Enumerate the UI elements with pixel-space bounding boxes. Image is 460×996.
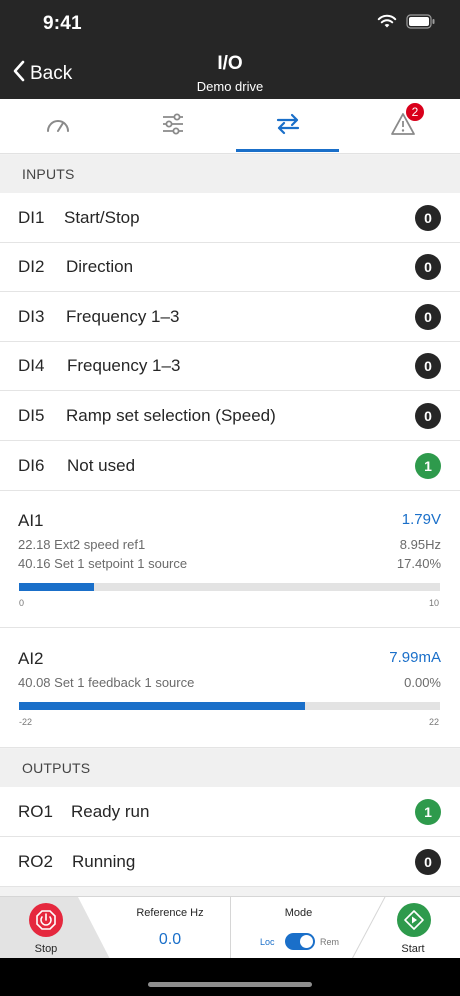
status-icons [377, 14, 436, 34]
page-title: I/O [217, 53, 243, 74]
scale-max: 22 [428, 717, 439, 727]
inputs-header: INPUTS [0, 155, 460, 193]
reference-label: Reference Hz [136, 907, 204, 919]
row-id: DI2 [18, 257, 45, 276]
tab-monitor[interactable] [0, 99, 115, 153]
top-bar: 9:41 Back I/O Demo drive [0, 0, 460, 99]
tab-bar: 2 [0, 99, 460, 154]
row-label: Frequency 1–3 [67, 356, 181, 375]
battery-icon [406, 14, 436, 34]
row-label: Frequency 1–3 [66, 306, 180, 326]
analog-name: AI2 [18, 649, 44, 668]
status-indicator: 0 [415, 204, 441, 231]
mode-loc-label: Loc [260, 937, 275, 947]
start-icon [397, 903, 431, 937]
mode-toggle[interactable] [285, 933, 315, 950]
scale-min: 0 [19, 598, 25, 608]
home-indicator[interactable] [148, 982, 312, 987]
reference-value[interactable]: 0.0 [110, 931, 230, 949]
row-label: Not used [67, 455, 136, 475]
control-panel: Stop Reference Hz 0.0 Mode Loc Rem Start [0, 896, 460, 959]
sliders-icon [161, 113, 185, 140]
row-id: DI5 [18, 405, 45, 425]
status-indicator: 0 [415, 353, 441, 379]
page-subtitle: Demo drive [196, 79, 264, 94]
events-badge: 2 [405, 102, 425, 122]
output-row-ro1[interactable]: RO1 Ready run 1 [0, 787, 460, 837]
input-row-di3[interactable]: DI3 Frequency 1–3 0 [0, 292, 460, 342]
input-row-di4[interactable]: DI4 Frequency 1–3 0 [0, 342, 460, 391]
row-label: Start/Stop [64, 207, 140, 227]
status-time: 9:41 [43, 13, 82, 34]
row-id: RO1 [18, 801, 53, 821]
start-button[interactable]: Start [366, 897, 460, 959]
home-area [0, 958, 460, 996]
output-row-ro2[interactable]: RO2 Running 0 [0, 837, 460, 887]
row-label: Direction [66, 257, 134, 276]
input-row-di1[interactable]: DI1 Start/Stop 0 [0, 193, 460, 243]
status-indicator: 0 [415, 254, 441, 280]
analog-name: AI1 [18, 511, 44, 530]
row-label: Ramp set selection (Speed) [66, 405, 276, 425]
row-label: Running [72, 851, 136, 871]
row-id: DI6 [18, 455, 45, 475]
scale-min: -22 [19, 717, 33, 727]
analog-value: 7.99mA [389, 649, 441, 666]
scale-max: 10 [428, 598, 439, 608]
gauge-icon [45, 114, 71, 139]
mode-rem-label: Rem [320, 937, 340, 947]
stop-button[interactable]: Stop [0, 897, 110, 959]
analog-value: 1.79V [401, 511, 441, 528]
row-id: DI4 [18, 356, 45, 375]
stop-icon [29, 903, 63, 937]
analog-level-fill [19, 583, 95, 591]
start-label: Start [401, 943, 425, 955]
status-indicator: 0 [415, 848, 441, 875]
analog-param-label: 40.16 Set 1 setpoint 1 source [18, 556, 188, 571]
input-row-di2[interactable]: DI2 Direction 0 [0, 243, 460, 292]
analog-level-bar [19, 702, 440, 710]
analog-level-fill [19, 702, 306, 710]
wifi-icon [377, 14, 397, 34]
row-id: DI1 [18, 207, 45, 227]
status-indicator: 0 [415, 402, 441, 429]
row-id: DI3 [18, 306, 45, 326]
analog-param-label: 40.08 Set 1 feedback 1 source [18, 675, 195, 690]
tab-io[interactable] [230, 99, 345, 153]
io-screen: 9:41 Back I/O Demo drive 2 INPUTS DI1 St… [0, 0, 460, 996]
status-indicator: 1 [415, 798, 441, 825]
status-indicator: 1 [415, 452, 441, 479]
input-row-di5[interactable]: DI5 Ramp set selection (Speed) 0 [0, 391, 460, 441]
analog-param-value: 8.95Hz [399, 537, 441, 552]
stop-label: Stop [34, 943, 58, 955]
row-id: RO2 [18, 851, 53, 871]
mode-label: Mode [284, 907, 313, 919]
toggle-knob [300, 935, 313, 948]
status-indicator: 0 [415, 303, 441, 330]
outputs-header: OUTPUTS [0, 749, 460, 787]
tab-parameters[interactable] [115, 99, 230, 153]
analog-param-value: 0.00% [404, 675, 441, 690]
tab-events[interactable]: 2 [345, 99, 460, 153]
analog-param-label: 22.18 Ext2 speed ref1 [18, 537, 146, 552]
swap-arrows-icon [274, 113, 302, 140]
input-row-di6[interactable]: DI6 Not used 1 [0, 441, 460, 491]
analog-input-ai2[interactable]: AI2 7.99mA 40.08 Set 1 feedback 1 source… [0, 628, 460, 748]
analog-level-bar [19, 583, 440, 591]
analog-param-value: 17.40% [396, 556, 441, 571]
analog-input-ai1[interactable]: AI1 1.79V 22.18 Ext2 speed ref1 8.95Hz 4… [0, 491, 460, 628]
row-label: Ready run [71, 801, 150, 821]
